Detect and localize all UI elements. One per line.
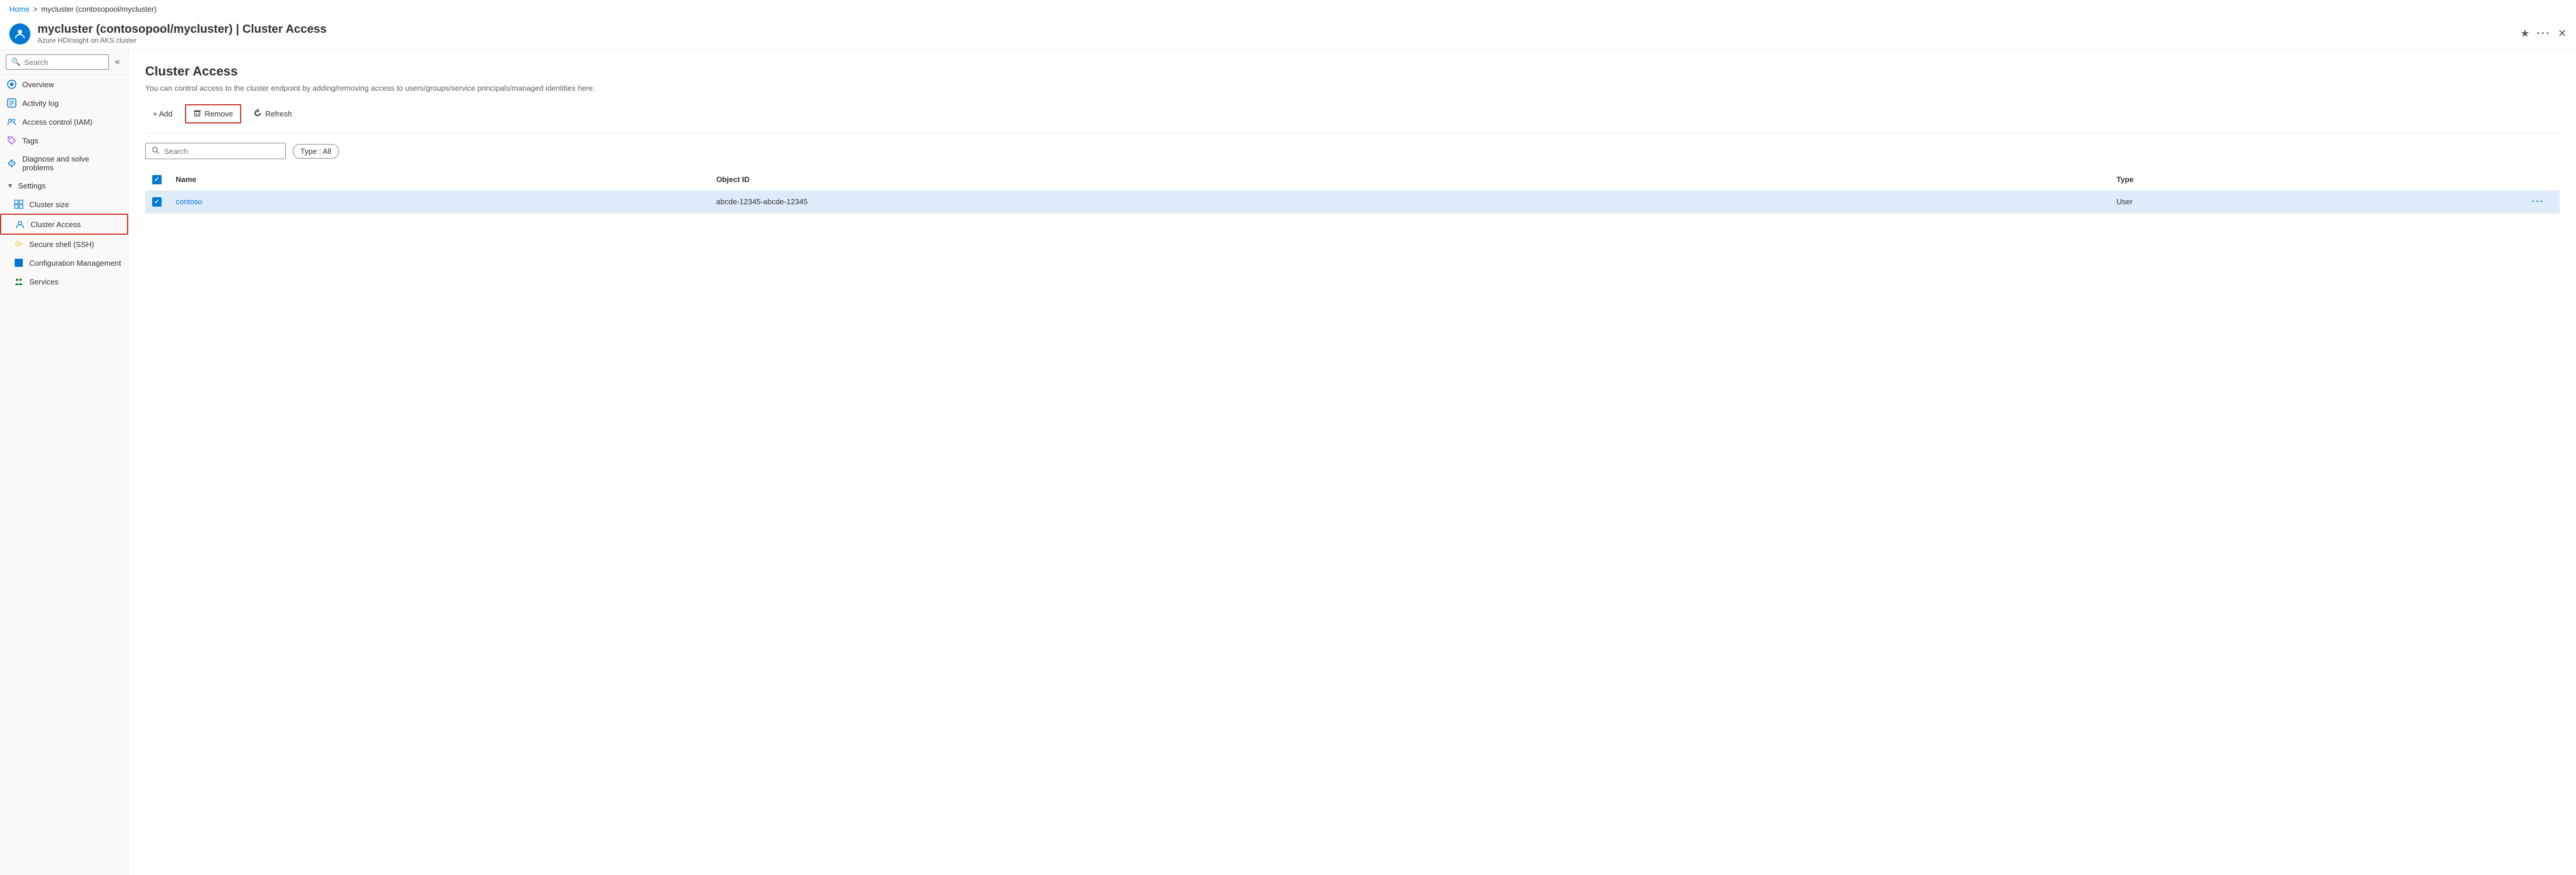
remove-button[interactable]: Remove xyxy=(185,104,241,123)
sidebar-item-diagnose[interactable]: Diagnose and solve problems xyxy=(0,150,128,177)
diagnose-icon xyxy=(7,159,16,168)
resource-icon xyxy=(9,23,30,44)
sidebar-label-cluster-size: Cluster size xyxy=(29,200,69,209)
cluster-access-icon xyxy=(15,219,25,229)
settings-chevron-icon: ▼ xyxy=(7,183,13,190)
row-checkbox[interactable]: ✓ xyxy=(152,197,162,207)
content-description: You can control access to the cluster en… xyxy=(145,84,614,92)
select-all-checkbox[interactable]: ✓ xyxy=(152,175,162,184)
refresh-button[interactable]: Refresh xyxy=(246,105,300,123)
tags-icon xyxy=(7,136,16,145)
sidebar-label-tags: Tags xyxy=(22,136,38,145)
refresh-label: Refresh xyxy=(265,109,292,118)
row-checkbox-cell: ✓ xyxy=(145,190,169,213)
sidebar-search-row: 🔍 « xyxy=(0,50,128,75)
page-header: mycluster (contosopool/mycluster) | Clus… xyxy=(0,18,2576,50)
main-layout: 🔍 « Overview xyxy=(0,50,2576,875)
sidebar-collapse-button[interactable]: « xyxy=(112,54,122,70)
sidebar-label-diagnose: Diagnose and solve problems xyxy=(22,155,121,172)
checkbox-checkmark: ✓ xyxy=(154,176,159,183)
sidebar-item-config-management[interactable]: Configuration Management xyxy=(0,253,128,272)
favorite-button[interactable]: ★ xyxy=(2520,28,2530,40)
sidebar-label-settings: Settings xyxy=(18,181,46,190)
content-title: Cluster Access xyxy=(145,64,2560,79)
breadcrumb-home[interactable]: Home xyxy=(9,5,30,13)
page-subtitle: Azure HDInsight on AKS cluster xyxy=(37,36,2513,44)
close-button[interactable]: ✕ xyxy=(2558,28,2567,40)
refresh-icon xyxy=(254,109,262,119)
breadcrumb-current: mycluster (contosopool/mycluster) xyxy=(41,5,156,13)
row-object-id-cell: abcde-12345-abcde-12345 xyxy=(709,190,2109,213)
sidebar-label-access-control: Access control (IAM) xyxy=(22,118,93,126)
sidebar-item-tags[interactable]: Tags xyxy=(0,131,128,150)
remove-icon xyxy=(193,109,201,119)
header-title-group: mycluster (contosopool/mycluster) | Clus… xyxy=(37,23,2513,44)
sidebar-label-cluster-access: Cluster Access xyxy=(30,220,81,229)
table-header-actions xyxy=(2524,169,2560,190)
row-checkmark: ✓ xyxy=(154,198,159,205)
sidebar-search-icon: 🔍 xyxy=(11,57,20,67)
sidebar-item-access-control[interactable]: Access control (IAM) xyxy=(0,112,128,131)
sidebar-label-services: Services xyxy=(29,277,59,286)
page-title: mycluster (contosopool/mycluster) | Clus… xyxy=(37,23,2513,36)
table-header-name: Name xyxy=(169,169,709,190)
table-header-type: Type xyxy=(2109,169,2524,190)
sidebar-item-cluster-access[interactable]: Cluster Access xyxy=(0,214,128,235)
overview-icon xyxy=(7,80,16,89)
sidebar: 🔍 « Overview xyxy=(0,50,129,875)
filter-row: Type : All xyxy=(145,143,2560,159)
toolbar: + Add Remove xyxy=(145,104,2560,123)
config-mgmt-icon xyxy=(14,258,23,267)
filter-search-input[interactable] xyxy=(164,147,279,156)
sidebar-label-config-management: Configuration Management xyxy=(29,259,121,267)
table-row: ✓ contoso abcde-12345-abcde-12345 User ·… xyxy=(145,190,2560,213)
activity-log-icon xyxy=(7,98,16,108)
add-button[interactable]: + Add xyxy=(145,105,180,122)
sidebar-label-overview: Overview xyxy=(22,80,54,89)
secure-shell-icon xyxy=(14,239,23,249)
row-actions-cell: ··· xyxy=(2524,190,2560,213)
more-options-button[interactable]: ··· xyxy=(2537,28,2551,40)
sidebar-label-secure-shell: Secure shell (SSH) xyxy=(29,240,94,249)
sidebar-search-input[interactable] xyxy=(24,58,104,67)
filter-search-box[interactable] xyxy=(145,143,286,159)
filter-search-icon xyxy=(152,146,159,156)
sidebar-item-overview[interactable]: Overview xyxy=(0,75,128,94)
sidebar-item-activity-log[interactable]: Activity log xyxy=(0,94,128,112)
row-name-cell: contoso xyxy=(169,190,709,213)
sidebar-item-cluster-size[interactable]: Cluster size xyxy=(0,195,128,214)
cluster-access-table: ✓ Name Object ID Type ✓ xyxy=(145,169,2560,214)
row-name-link[interactable]: contoso xyxy=(176,197,203,206)
services-icon xyxy=(14,277,23,286)
row-more-options-button[interactable]: ··· xyxy=(2532,197,2544,207)
breadcrumb-separator: > xyxy=(33,5,38,13)
sidebar-item-services[interactable]: Services xyxy=(0,272,128,291)
remove-label: Remove xyxy=(205,109,233,118)
main-content: Cluster Access You can control access to… xyxy=(129,50,2576,875)
access-control-icon xyxy=(7,117,16,126)
type-filter-tag[interactable]: Type : All xyxy=(293,144,339,159)
row-type-cell: User xyxy=(2109,190,2524,213)
header-actions: ★ ··· ✕ xyxy=(2520,28,2567,40)
sidebar-search-box[interactable]: 🔍 xyxy=(6,54,109,70)
table-header-checkbox: ✓ xyxy=(145,169,169,190)
sidebar-item-secure-shell[interactable]: Secure shell (SSH) xyxy=(0,235,128,253)
breadcrumb: Home > mycluster (contosopool/mycluster) xyxy=(0,0,2576,18)
sidebar-settings-section[interactable]: ▼ Settings xyxy=(0,177,128,195)
cluster-size-icon xyxy=(14,200,23,209)
table-header-row: ✓ Name Object ID Type xyxy=(145,169,2560,190)
table-header-object-id: Object ID xyxy=(709,169,2109,190)
sidebar-label-activity-log: Activity log xyxy=(22,99,59,108)
